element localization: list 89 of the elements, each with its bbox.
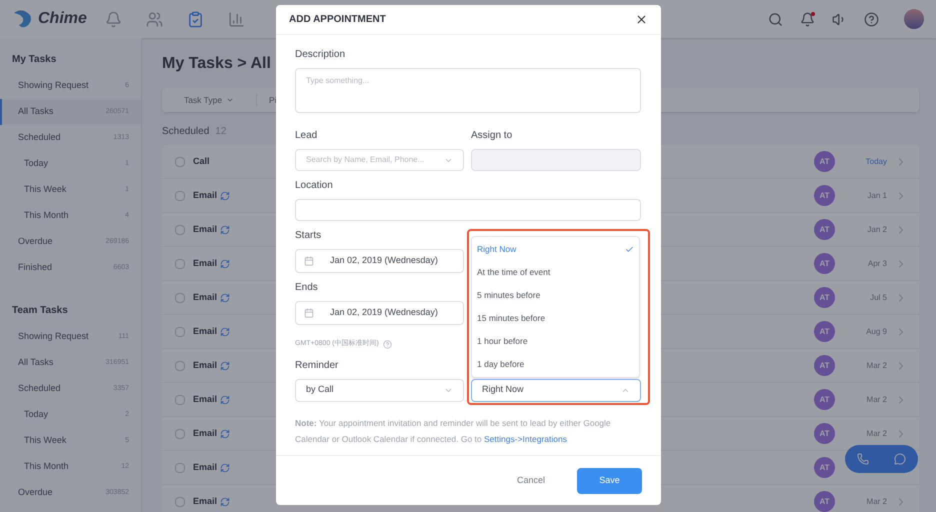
row-checkbox[interactable] [175, 190, 185, 200]
date-field[interactable]: Jan 02, 2019 (Wednesday) [295, 301, 464, 325]
search-icon[interactable] [768, 12, 783, 26]
row-checkbox[interactable] [175, 428, 185, 438]
field-label: Description [295, 48, 346, 62]
close-icon[interactable] [635, 13, 648, 26]
chevron-down-icon [226, 96, 234, 104]
row-checkbox[interactable] [175, 496, 185, 506]
assignee-avatar: AT [814, 321, 835, 342]
dropdown-option[interactable]: 1 day before [472, 352, 639, 376]
bell-icon[interactable] [800, 12, 815, 26]
task-type: Email [193, 188, 218, 202]
row-checkbox[interactable] [175, 462, 185, 472]
task-date: Jan 1 [866, 190, 887, 202]
row-checkbox[interactable] [175, 394, 185, 404]
row-checkbox[interactable] [175, 258, 185, 268]
location-field[interactable] [295, 199, 641, 221]
chat-icon[interactable] [894, 453, 906, 465]
row-checkbox[interactable] [175, 326, 185, 336]
task-date: Mar 2 [866, 496, 887, 508]
dropdown-option[interactable]: 5 minutes before [472, 284, 639, 306]
note-text: Note: Your appointment invitation and reminder will be sent to lead by either Google Calendar or Outlook Calendar if connected. Go to Settings->Integrations [295, 416, 612, 446]
people-icon[interactable] [146, 10, 163, 28]
field-label: Reminder [295, 358, 338, 372]
assignee-avatar: AT [814, 253, 835, 274]
assignee-avatar: AT [814, 185, 835, 206]
bar-chart-icon[interactable] [228, 10, 245, 28]
dropdown-option[interactable]: 1 hour before [472, 330, 639, 352]
row-checkbox[interactable] [175, 156, 185, 166]
task-type: Email [193, 256, 218, 270]
filter-dropdown[interactable]: Task Type [162, 94, 256, 106]
task-type: Email [193, 460, 218, 474]
bell-icon[interactable] [104, 10, 122, 28]
task-date: Today [864, 156, 887, 168]
assignee-avatar: AT [814, 219, 835, 240]
task-date: Apr 3 [866, 258, 887, 270]
task-date: Jan 2 [866, 224, 887, 236]
group-label: Scheduled [162, 125, 210, 139]
row-checkbox[interactable] [175, 224, 185, 234]
field-label: Assign to [471, 129, 512, 143]
save-button[interactable]: Save [577, 468, 642, 494]
description-field[interactable]: Type something... [295, 68, 641, 113]
task-type: Email [193, 290, 218, 304]
task-date: Mar 2 [866, 428, 887, 440]
reminder-time-select[interactable]: Right Now [471, 378, 641, 402]
assignee-avatar: AT [814, 423, 835, 444]
task-type: Email [193, 426, 218, 440]
phone-icon[interactable] [857, 453, 870, 465]
task-date: Jul 5 [869, 292, 887, 304]
app-logo: Chime [38, 9, 87, 29]
task-type: Email [193, 392, 218, 406]
task-date: Mar 2 [866, 360, 887, 372]
calendar-icon [304, 256, 314, 266]
assignee-avatar: AT [814, 355, 835, 376]
page-title: My Tasks > All [162, 54, 271, 74]
sidebar-heading: Team Tasks [11, 304, 69, 318]
task-type: Call [193, 154, 210, 168]
task-date: Aug 9 [865, 326, 887, 338]
task-type: Email [193, 222, 218, 236]
sidebar-heading: My Tasks [11, 53, 58, 67]
reminder-method-select[interactable]: by Call [295, 378, 464, 402]
help-icon[interactable] [864, 12, 879, 26]
task-type: Email [193, 494, 218, 508]
help-icon[interactable] [382, 340, 392, 349]
field-label: Starts [295, 229, 322, 243]
task-type: Email [193, 358, 218, 372]
modal-title: ADD APPOINTMENT [289, 13, 386, 27]
assignee-avatar: AT [814, 389, 835, 410]
row-checkbox[interactable] [175, 360, 185, 370]
check-icon [625, 244, 634, 254]
assignee-avatar: AT [814, 491, 835, 512]
field-label: Ends [295, 281, 318, 295]
settings-link[interactable]: Settings->Integrations [484, 434, 567, 444]
date-field[interactable]: Jan 02, 2019 (Wednesday) [295, 249, 464, 273]
cancel-button[interactable]: Cancel [506, 474, 555, 488]
assignee-avatar: AT [814, 151, 835, 172]
assignee-avatar: AT [814, 457, 835, 478]
field-label: Location [295, 179, 333, 193]
calendar-icon [304, 308, 314, 318]
task-type: Email [193, 324, 218, 338]
field-label: Lead [295, 129, 318, 143]
dropdown-option[interactable]: At the time of event [472, 260, 639, 284]
logo-icon [12, 9, 34, 29]
user-avatar[interactable] [904, 9, 924, 29]
dropdown-option[interactable]: 15 minutes before [472, 306, 639, 330]
clipboard-icon[interactable] [186, 10, 204, 28]
task-date: Mar 2 [866, 394, 887, 406]
row-checkbox[interactable] [175, 292, 185, 302]
assignee-avatar: AT [814, 287, 835, 308]
